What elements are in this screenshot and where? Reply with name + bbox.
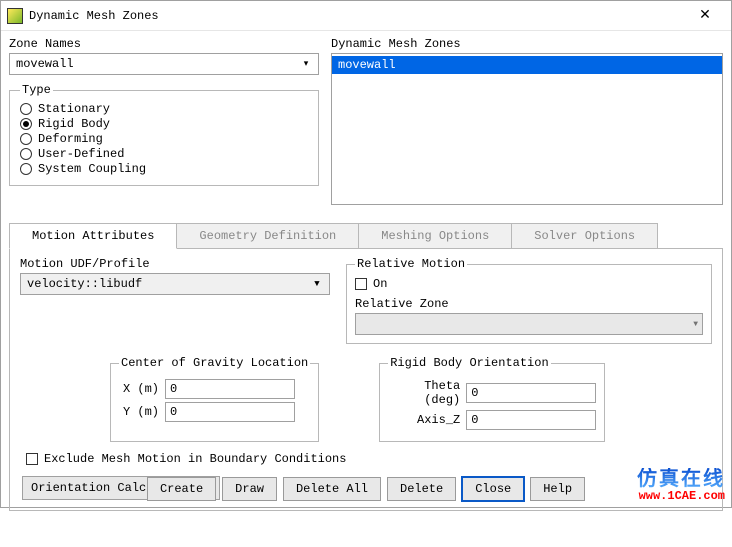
tab-solver-options[interactable]: Solver Options: [511, 223, 658, 248]
radio-icon: [20, 163, 32, 175]
rigid-body-orientation-group: Rigid Body Orientation Theta (deg) Axis_…: [379, 356, 605, 442]
zone-names-dropdown[interactable]: movewall ▾: [9, 53, 319, 75]
checkbox-icon: [26, 453, 38, 465]
type-group: Type Stationary Rigid Body Deforming Use…: [9, 83, 319, 186]
close-button[interactable]: Close: [462, 477, 524, 501]
draw-button[interactable]: Draw: [222, 477, 277, 501]
rbo-legend: Rigid Body Orientation: [388, 356, 550, 370]
rbo-theta-input[interactable]: [466, 383, 596, 403]
zone-names-label: Zone Names: [9, 37, 319, 51]
radio-icon: [20, 103, 32, 115]
cg-x-input[interactable]: [165, 379, 295, 399]
udf-dropdown[interactable]: velocity::libudf ▼: [20, 273, 330, 295]
rbo-theta-label: Theta (deg): [388, 379, 466, 407]
tab-meshing-options[interactable]: Meshing Options: [358, 223, 512, 248]
type-option-label: Stationary: [38, 102, 110, 116]
window-title: Dynamic Mesh Zones: [29, 9, 683, 23]
type-option-label: User-Defined: [38, 147, 124, 161]
panel-motion-attributes: Motion UDF/Profile velocity::libudf ▼ Re…: [9, 249, 723, 511]
delete-button[interactable]: Delete: [387, 477, 456, 501]
app-icon: [7, 8, 23, 24]
udf-value: velocity::libudf: [27, 277, 309, 291]
type-option-user-defined[interactable]: User-Defined: [20, 147, 308, 161]
radio-icon: [20, 133, 32, 145]
type-option-stationary[interactable]: Stationary: [20, 102, 308, 116]
udf-label: Motion UDF/Profile: [20, 257, 330, 271]
chevron-down-icon: ▼: [693, 320, 698, 329]
rbo-axisz-input[interactable]: [466, 410, 596, 430]
rbo-axisz-label: Axis_Z: [388, 413, 466, 427]
footer-buttons: Create Draw Delete All Delete Close Help: [1, 477, 731, 501]
center-of-gravity-group: Center of Gravity Location X (m) Y (m): [110, 356, 319, 442]
radio-icon: [20, 118, 32, 130]
type-legend: Type: [20, 83, 53, 97]
cg-x-label: X (m): [119, 382, 165, 396]
dmz-item[interactable]: movewall: [332, 56, 722, 74]
cg-y-input[interactable]: [165, 402, 295, 422]
chevron-down-icon: ▼: [309, 276, 325, 292]
create-button[interactable]: Create: [147, 477, 216, 501]
radio-icon: [20, 148, 32, 160]
tab-geometry-definition[interactable]: Geometry Definition: [176, 223, 359, 248]
relative-motion-group: Relative Motion On Relative Zone ▼: [346, 257, 712, 344]
zone-names-value: movewall: [16, 57, 298, 71]
tab-motion-attributes[interactable]: Motion Attributes: [9, 223, 177, 249]
relative-motion-legend: Relative Motion: [355, 257, 467, 271]
delete-all-button[interactable]: Delete All: [283, 477, 381, 501]
type-option-deforming[interactable]: Deforming: [20, 132, 308, 146]
relative-zone-dropdown: ▼: [355, 313, 703, 335]
checkbox-icon: [355, 278, 367, 290]
exclude-mesh-motion-checkbox[interactable]: Exclude Mesh Motion in Boundary Conditio…: [26, 452, 712, 466]
cg-y-label: Y (m): [119, 405, 165, 419]
relative-zone-label: Relative Zone: [355, 297, 703, 311]
help-button[interactable]: Help: [530, 477, 585, 501]
relative-on-checkbox[interactable]: On: [355, 277, 703, 291]
dmz-listbox[interactable]: movewall: [331, 53, 723, 205]
close-icon[interactable]: ✕: [683, 2, 727, 30]
tabs: Motion Attributes Geometry Definition Me…: [9, 223, 723, 249]
dmz-label: Dynamic Mesh Zones: [331, 37, 723, 51]
cg-legend: Center of Gravity Location: [119, 356, 310, 370]
type-option-label: System Coupling: [38, 162, 146, 176]
chevron-down-icon: ▾: [298, 56, 314, 72]
relative-on-label: On: [373, 277, 387, 291]
type-option-rigid-body[interactable]: Rigid Body: [20, 117, 308, 131]
type-option-label: Rigid Body: [38, 117, 110, 131]
exclude-label: Exclude Mesh Motion in Boundary Conditio…: [44, 452, 346, 466]
type-option-system-coupling[interactable]: System Coupling: [20, 162, 308, 176]
type-option-label: Deforming: [38, 132, 103, 146]
